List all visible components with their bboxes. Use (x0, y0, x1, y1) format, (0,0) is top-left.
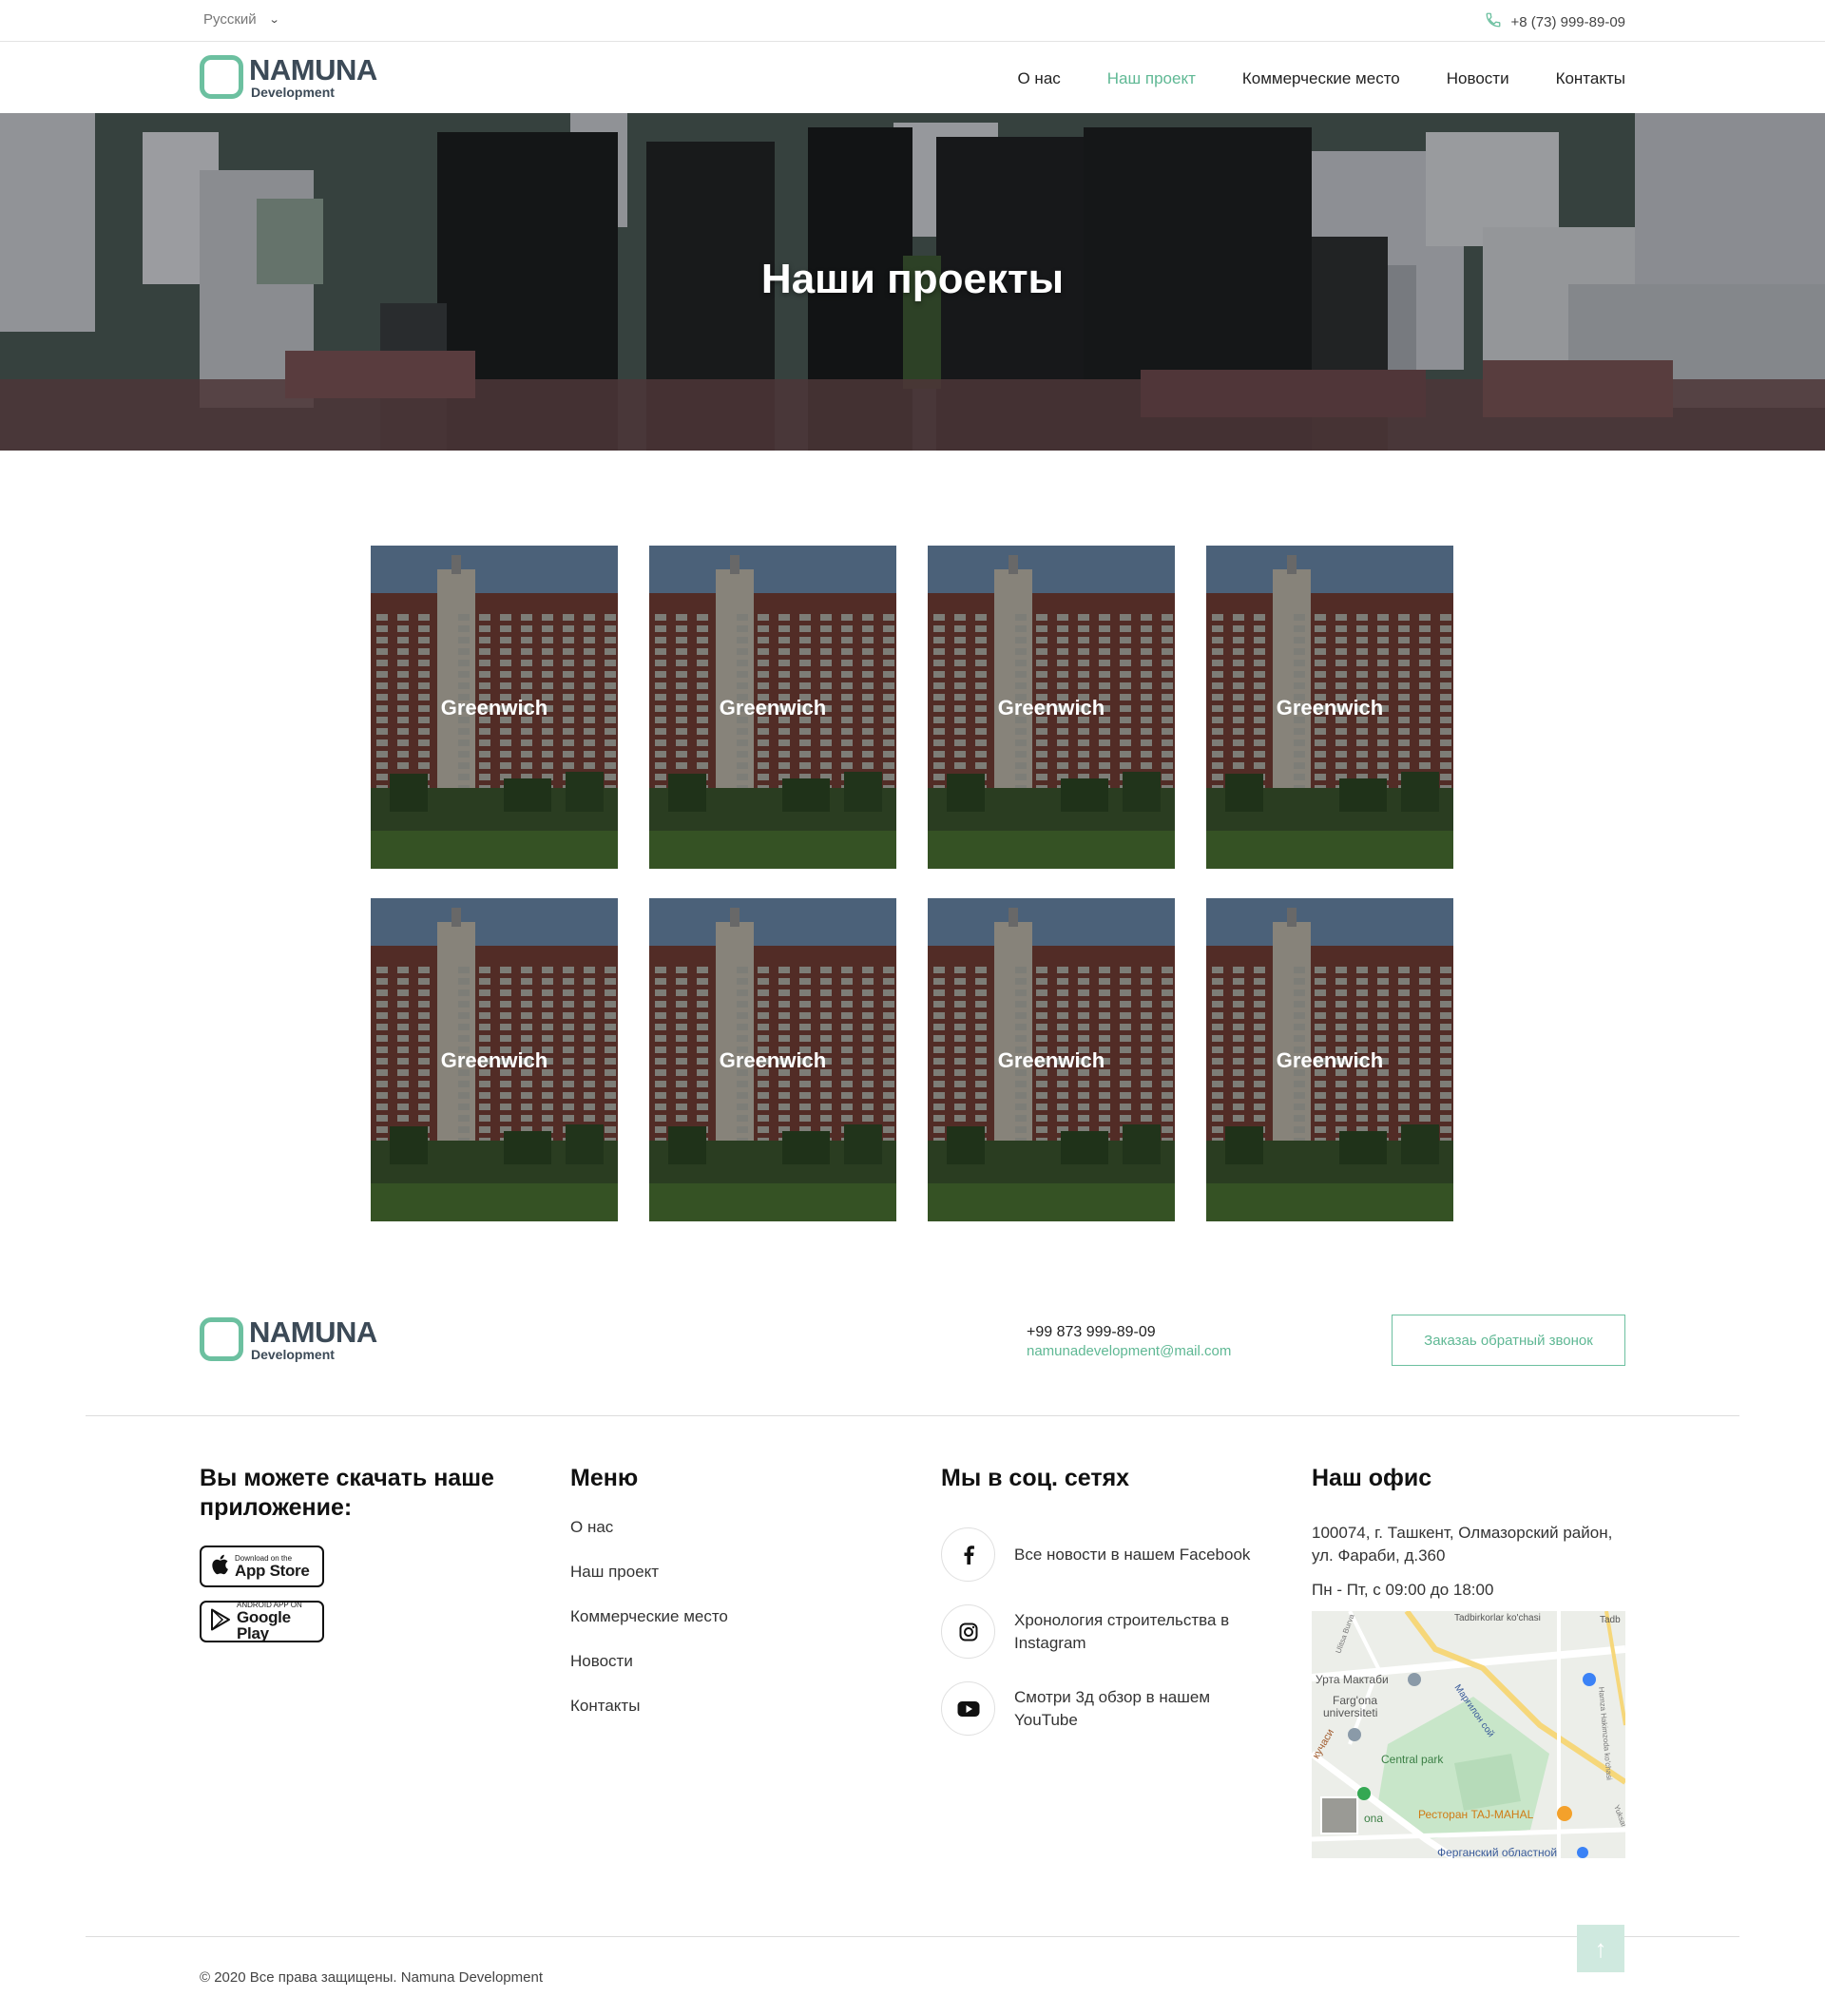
social-item-instagram[interactable]: Хронология строительства в Instagram (941, 1604, 1264, 1659)
social-text-instagram: Хронология строительства в Instagram (1014, 1610, 1230, 1652)
hero-banner: Наши проекты (0, 113, 1825, 451)
nav-item-project[interactable]: Наш проект (1107, 69, 1196, 88)
site-header: NAMUNA Development О нас Наш проект Комм… (0, 42, 1825, 113)
copyright: © 2020 Все права защищены. Namuna Develo… (200, 1969, 543, 1986)
office-address: 100074, г. Ташкент, Олмазорский район, у… (1312, 1524, 1613, 1565)
office-heading: Наш офис (1312, 1465, 1432, 1491)
project-title: Greenwich (1276, 696, 1384, 720)
project-title: Greenwich (719, 696, 827, 720)
footer-menu-item-commercial[interactable]: Коммерческие место (570, 1607, 855, 1626)
project-card[interactable]: Greenwich (371, 898, 618, 1221)
project-card[interactable]: Greenwich (1206, 546, 1453, 869)
logo-sub: Development (251, 1347, 335, 1362)
social-column: Мы в соц. сетях Все новости в нашем Face… (941, 1464, 1264, 1758)
chevron-down-icon: ⌄ (268, 14, 280, 26)
footer-email[interactable]: namunadevelopment@mail.com (1027, 1342, 1231, 1361)
footer-menu-item-project[interactable]: Наш проект (570, 1563, 855, 1582)
map-label: Central park (1381, 1753, 1444, 1766)
footer-logo[interactable]: NAMUNA Development (200, 1317, 377, 1361)
map-label: Урта Мактаби (1316, 1673, 1389, 1686)
project-title: Greenwich (997, 696, 1105, 720)
map-label: Farg'ona (1333, 1694, 1377, 1707)
map-label: Ферганский областной (1437, 1846, 1557, 1858)
footer-divider (86, 1415, 1739, 1416)
phone-number: +8 (73) 999-89-09 (1510, 13, 1626, 30)
nav-item-news[interactable]: Новости (1447, 69, 1509, 88)
bottom-divider (86, 1936, 1739, 1937)
facebook-icon[interactable] (941, 1527, 995, 1582)
footer-top: NAMUNA Development +99 873 999-89-09 nam… (0, 1312, 1825, 1416)
app-heading: Вы можете скачать наше приложение: (200, 1465, 494, 1521)
logo-mark-icon (200, 1317, 243, 1361)
project-title: Greenwich (1276, 1048, 1384, 1072)
language-selector[interactable]: Русский ⌄ (203, 11, 279, 28)
office-hours: Пн - Пт, с 09:00 до 18:00 (1312, 1581, 1494, 1599)
project-title: Greenwich (719, 1048, 827, 1072)
office-column: Наш офис 100074, г. Ташкент, Олмазорский… (1312, 1464, 1630, 1858)
page-title: Наши проекты (760, 256, 1065, 302)
projects-grid: Greenwich Greenwich Greenwich Greenwich … (371, 546, 1454, 1221)
nav-item-commercial[interactable]: Коммерческие место (1242, 69, 1400, 88)
footer-menu-item-news[interactable]: Новости (570, 1652, 855, 1671)
top-phone[interactable]: +8 (73) 999-89-09 (1485, 11, 1626, 32)
social-item-facebook[interactable]: Все новости в нашем Facebook (941, 1527, 1264, 1582)
language-label: Русский (203, 11, 257, 28)
map-label: Tadbirkorlar ko'chasi (1454, 1613, 1541, 1623)
logo-sub: Development (251, 85, 335, 100)
callback-button[interactable]: Заказаь обратный звонок (1392, 1315, 1625, 1366)
project-card[interactable]: Greenwich (928, 898, 1175, 1221)
arrow-up-icon: ↑ (1594, 1933, 1607, 1963)
google-play-label: Google Play (237, 1608, 291, 1642)
logo-name: NAMUNA (249, 1315, 377, 1349)
social-text-youtube: Смотри 3д обзор в нашем YouTube (1014, 1687, 1211, 1729)
logo-name: NAMUNA (249, 53, 377, 86)
app-store-label: App Store (235, 1561, 310, 1580)
app-store-button[interactable]: Download on the App Store (200, 1546, 324, 1587)
phone-icon (1485, 11, 1502, 32)
project-card[interactable]: Greenwich (649, 898, 896, 1221)
main-nav: О нас Наш проект Коммерческие место Ново… (1017, 69, 1625, 88)
instagram-icon[interactable] (941, 1604, 995, 1659)
social-item-youtube[interactable]: Смотри 3д обзор в нашем YouTube (941, 1681, 1264, 1736)
office-map[interactable]: Tadbirkorlar ko'chasi Tadb Урта Мактаби … (1312, 1611, 1625, 1858)
app-download-column: Вы можете скачать наше приложение: Downl… (200, 1464, 523, 1642)
map-label: universiteti (1323, 1706, 1377, 1719)
nav-item-contacts[interactable]: Контакты (1556, 69, 1625, 88)
top-bar: Русский ⌄ +8 (73) 999-89-09 (0, 0, 1825, 42)
logo-mark-icon (200, 55, 243, 99)
footer-menu-item-contacts[interactable]: Контакты (570, 1697, 855, 1716)
footer-menu: О нас Наш проект Коммерческие место Ново… (570, 1518, 855, 1716)
footer-contacts: +99 873 999-89-09 namunadevelopment@mail… (1027, 1323, 1231, 1361)
footer-menu-item-about[interactable]: О нас (570, 1518, 855, 1537)
map-label: ona (1364, 1812, 1383, 1825)
play-icon (210, 1608, 231, 1635)
project-title: Greenwich (440, 1048, 548, 1072)
map-label: Tadb (1600, 1615, 1621, 1625)
map-label: Ресторан TAJ-MAHAL (1418, 1808, 1534, 1821)
social-list: Все новости в нашем Facebook Хронология … (941, 1527, 1264, 1736)
project-card[interactable]: Greenwich (649, 546, 896, 869)
footer-menu-column: Меню О нас Наш проект Коммерческие место… (570, 1464, 855, 1741)
menu-heading: Меню (570, 1465, 639, 1491)
nav-item-about[interactable]: О нас (1017, 69, 1060, 88)
scroll-top-button[interactable]: ↑ (1577, 1925, 1624, 1972)
youtube-icon[interactable] (941, 1681, 995, 1736)
project-card[interactable]: Greenwich (1206, 898, 1453, 1221)
project-card[interactable]: Greenwich (928, 546, 1175, 869)
google-play-button[interactable]: ANDROID APP ON Google Play (200, 1601, 324, 1642)
social-heading: Мы в соц. сетях (941, 1465, 1130, 1491)
footer-phone[interactable]: +99 873 999-89-09 (1027, 1323, 1231, 1342)
logo[interactable]: NAMUNA Development (200, 55, 377, 99)
project-title: Greenwich (997, 1048, 1105, 1072)
apple-icon (210, 1553, 229, 1580)
project-card[interactable]: Greenwich (371, 546, 618, 869)
social-text-facebook: Все новости в нашем Facebook (1014, 1545, 1251, 1564)
project-title: Greenwich (440, 696, 548, 720)
